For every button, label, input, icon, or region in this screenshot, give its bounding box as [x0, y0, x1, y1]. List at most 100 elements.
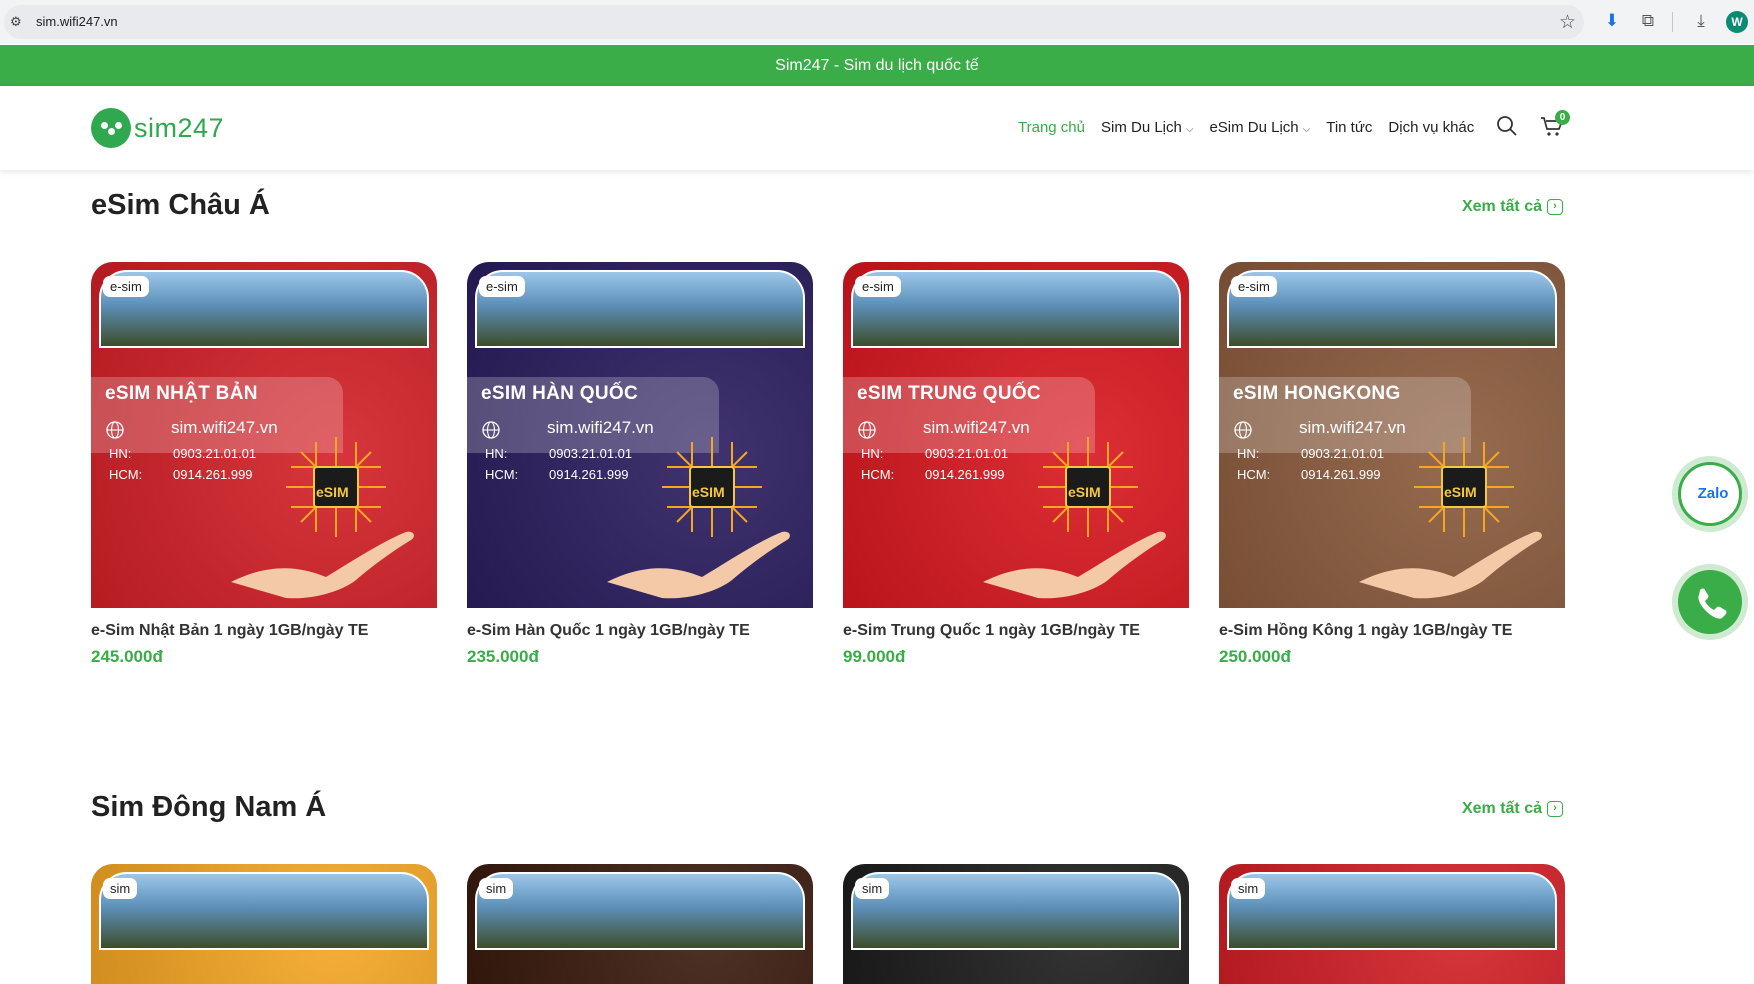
hn-label: HN:	[1237, 446, 1260, 461]
product-card[interactable]: sim	[467, 864, 813, 984]
site-header: sim247 Trang chủ Sim Du Lịch ⌵ eSim Du Lị…	[0, 86, 1754, 170]
product-card[interactable]: sim	[91, 864, 437, 984]
nav-item-dich-vu-khac[interactable]: Dịch vụ khác	[1388, 119, 1474, 136]
profile-avatar[interactable]: W	[1726, 11, 1748, 33]
product-card[interactable]: e-sim eSIM HÀN QUỐC sim.wifi247.vn HN: 0903.…	[467, 262, 813, 667]
logo-mark-icon	[91, 108, 131, 148]
card-image-title: eSIM HONGKONG	[1233, 383, 1401, 404]
chevron-down-icon: ⌵	[1185, 124, 1194, 135]
product-image[interactable]: sim	[843, 864, 1189, 984]
product-card[interactable]: sim	[843, 864, 1189, 984]
product-type-tag: sim	[1231, 878, 1266, 899]
destination-photo	[475, 872, 805, 950]
card-website: sim.wifi247.vn	[171, 418, 278, 437]
product-name[interactable]: e-Sim Trung Quốc 1 ngày 1GB/ngày TE	[843, 622, 1189, 640]
site-settings-icon[interactable]: ⚙	[10, 14, 26, 30]
globe-icon	[858, 421, 876, 439]
nav-item-sim-du-lich[interactable]: Sim Du Lịch ⌵	[1101, 119, 1193, 136]
hcm-label: HCM:	[109, 467, 143, 482]
hcm-phone: 0914.261.999	[173, 467, 253, 482]
product-name[interactable]: e-Sim Nhật Bản 1 ngày 1GB/ngày TE	[91, 622, 437, 640]
arrow-right-icon: ›	[1547, 199, 1563, 215]
destination-photo	[1227, 872, 1557, 950]
product-price: 245.000đ	[91, 647, 163, 666]
hcm-phone: 0914.261.999	[549, 467, 629, 482]
card-website: sim.wifi247.vn	[1299, 418, 1406, 437]
product-card[interactable]: e-sim eSIM HONGKONG sim.wifi247.vn HN: 0903.…	[1219, 262, 1565, 667]
chip-label: eSIM	[316, 484, 349, 500]
zalo-icon: Zalo	[1678, 462, 1742, 526]
hn-label: HN:	[109, 446, 132, 461]
hand-illustration-icon	[231, 531, 414, 599]
product-image[interactable]: e-sim eSIM HONGKONG sim.wifi247.vn HN: 0903.…	[1219, 262, 1565, 608]
product-type-tag: e-sim	[479, 276, 525, 297]
view-all-link[interactable]: Xem tất cả ›	[1462, 198, 1563, 216]
product-card[interactable]: e-sim eSIM NHẬT BẢN sim.wifi247.vn HN: 0903.…	[91, 262, 437, 667]
product-type-tag: e-sim	[855, 276, 901, 297]
product-image[interactable]: sim	[91, 864, 437, 984]
hcm-label: HCM:	[1237, 467, 1271, 482]
product-type-tag: e-sim	[1231, 276, 1277, 297]
hn-phone: 0903.21.01.01	[925, 446, 1009, 461]
nav-item-tin-tuc[interactable]: Tin tức	[1326, 119, 1372, 136]
downloads-icon[interactable]: ⤓	[1690, 10, 1712, 32]
site-logo[interactable]: sim247	[91, 107, 224, 149]
product-name[interactable]: e-Sim Hàn Quốc 1 ngày 1GB/ngày TE	[467, 622, 813, 640]
card-image-title: eSIM NHẬT BẢN	[105, 383, 258, 404]
product-name[interactable]: e-Sim Hồng Kông 1 ngày 1GB/ngày TE	[1219, 622, 1565, 640]
url-text[interactable]: sim.wifi247.vn	[36, 14, 118, 29]
card-image-title: eSIM TRUNG QUỐC	[857, 383, 1041, 404]
card-website: sim.wifi247.vn	[547, 418, 654, 437]
product-price: 99.000đ	[843, 647, 906, 666]
bookmark-star-icon[interactable]: ☆	[1559, 11, 1576, 34]
search-icon[interactable]	[1496, 115, 1518, 137]
product-image[interactable]: e-sim eSIM HÀN QUỐC sim.wifi247.vn HN: 0903.…	[467, 262, 813, 608]
phone-icon	[1678, 570, 1742, 634]
cart-count-badge: 0	[1555, 110, 1570, 125]
chip-label: eSIM	[692, 484, 725, 500]
extensions-puzzle-icon[interactable]: ⧉	[1637, 10, 1659, 32]
destination-photo	[99, 872, 429, 950]
hn-phone: 0903.21.01.01	[549, 446, 633, 461]
hcm-phone: 0914.261.999	[925, 467, 1005, 482]
hcm-phone: 0914.261.999	[1301, 467, 1381, 482]
toolbar-divider	[1672, 12, 1673, 32]
chip-label: eSIM	[1444, 484, 1477, 500]
product-card[interactable]: sim	[1219, 864, 1565, 984]
main-nav: Trang chủ Sim Du Lịch ⌵ eSim Du Lịch ⌵ Tin…	[1018, 119, 1490, 136]
address-bar[interactable]: ⚙ sim.wifi247.vn ☆	[4, 5, 1584, 39]
product-type-tag: e-sim	[103, 276, 149, 297]
hand-illustration-icon	[607, 531, 790, 599]
view-all-link[interactable]: Xem tất cả ›	[1462, 800, 1563, 818]
product-card[interactable]: e-sim eSIM TRUNG QUỐC sim.wifi247.vn HN: 090…	[843, 262, 1189, 667]
nav-item-esim-du-lich[interactable]: eSim Du Lịch ⌵	[1209, 119, 1310, 136]
card-website: sim.wifi247.vn	[923, 418, 1030, 437]
product-image[interactable]: sim	[1219, 864, 1565, 984]
product-price: 250.000đ	[1219, 647, 1291, 666]
product-image[interactable]: sim	[467, 864, 813, 984]
hcm-label: HCM:	[861, 467, 895, 482]
download-extension-icon[interactable]: ⬇	[1601, 10, 1623, 32]
hcm-label: HCM:	[485, 467, 519, 482]
card-image-title: eSIM HÀN QUỐC	[481, 383, 638, 404]
product-image[interactable]: e-sim eSIM TRUNG QUỐC sim.wifi247.vn HN: 090…	[843, 262, 1189, 608]
section-title: eSim Châu Á	[91, 189, 270, 221]
globe-icon	[106, 421, 124, 439]
hn-label: HN:	[861, 446, 884, 461]
product-image[interactable]: e-sim eSIM NHẬT BẢN sim.wifi247.vn HN: 0903.…	[91, 262, 437, 608]
announcement-bar: Sim247 - Sim du lịch quốc tế	[0, 45, 1754, 86]
arrow-right-icon: ›	[1547, 801, 1563, 817]
product-type-tag: sim	[479, 878, 514, 899]
destination-photo	[851, 872, 1181, 950]
hn-label: HN:	[485, 446, 508, 461]
hn-phone: 0903.21.01.01	[173, 446, 257, 461]
browser-toolbar: ⚙ sim.wifi247.vn ☆ ⬇ ⧉ ⤓ W	[0, 0, 1754, 44]
globe-icon	[1234, 421, 1252, 439]
product-type-tag: sim	[103, 878, 138, 899]
nav-item-home[interactable]: Trang chủ	[1018, 119, 1085, 136]
globe-icon	[482, 421, 500, 439]
zalo-chat-button[interactable]: Zalo	[1672, 456, 1748, 532]
hand-illustration-icon	[983, 531, 1166, 599]
call-button[interactable]	[1672, 564, 1748, 640]
section-title: Sim Đông Nam Á	[91, 791, 327, 823]
